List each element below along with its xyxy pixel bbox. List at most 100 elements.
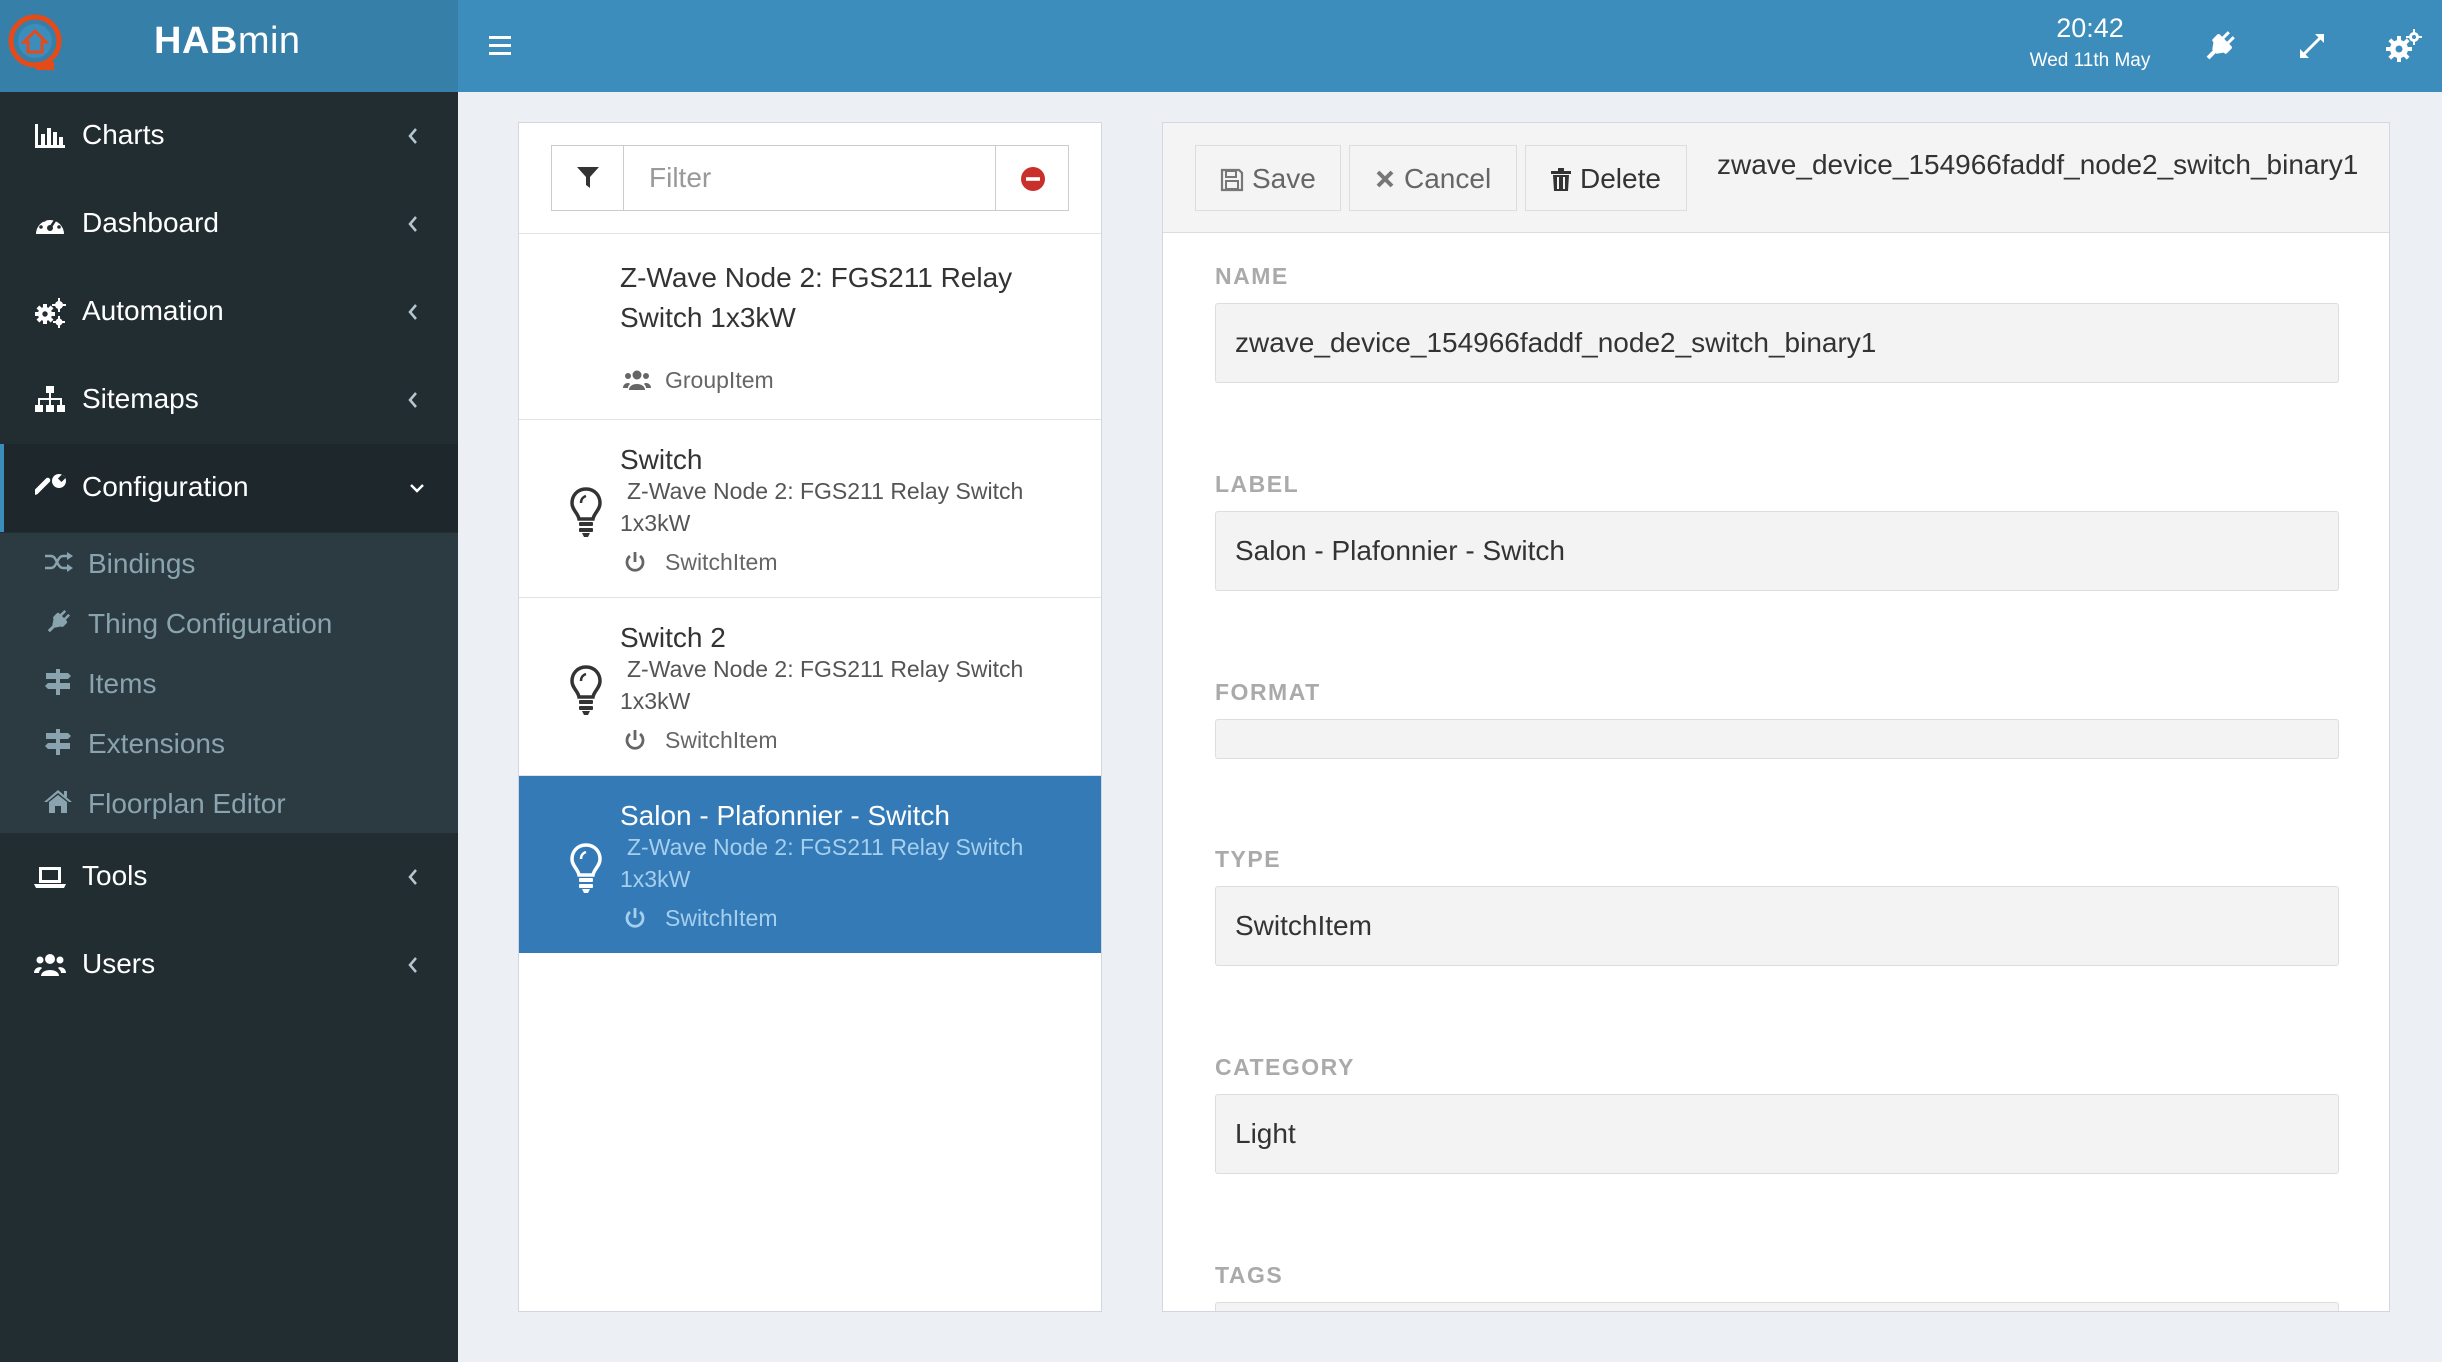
list-item[interactable]: Switch Z-Wave Node 2: FGS211 Relay Switc… <box>519 419 1101 597</box>
openhab-logo-icon <box>8 14 62 70</box>
lightbulb-icon <box>570 843 602 893</box>
sidebar-item-label: Charts <box>82 119 165 150</box>
category-field-label: CATEGORY <box>1215 1054 1355 1080</box>
sidebar: Charts Dashboard Automation Sitemaps Con… <box>0 92 458 1362</box>
label-field[interactable] <box>1215 511 2339 591</box>
sidebar-item-dashboard[interactable]: Dashboard <box>0 180 458 268</box>
item-subtitle: Z-Wave Node 2: FGS211 Relay Switch 1x3kW <box>620 834 1024 892</box>
category-field[interactable] <box>1215 1094 2339 1174</box>
sidebar-item-label: Users <box>82 948 156 979</box>
list-item[interactable]: Switch 2 Z-Wave Node 2: FGS211 Relay Swi… <box>519 597 1101 775</box>
users-icon <box>34 954 66 976</box>
configuration-submenu: Bindings Thing Configuration Items Exten… <box>0 533 458 833</box>
dashboard-icon <box>36 215 64 234</box>
lightbulb-icon <box>570 665 602 715</box>
sidebar-toggle-button[interactable] <box>478 24 522 68</box>
laptop-icon <box>34 867 66 888</box>
name-field-label: NAME <box>1215 263 1289 289</box>
delete-label: Delete <box>1580 163 1661 194</box>
submenu-item-label: Thing Configuration <box>88 608 333 639</box>
item-type: SwitchItem <box>665 905 778 931</box>
submenu-item-bindings[interactable]: Bindings <box>0 533 458 593</box>
lightbulb-icon <box>570 487 602 537</box>
sidebar-item-automation[interactable]: Automation <box>0 268 458 356</box>
delete-button[interactable]: Delete <box>1525 145 1687 211</box>
random-icon <box>45 552 73 572</box>
sidebar-item-users[interactable]: Users <box>0 921 458 1009</box>
close-icon <box>1376 170 1394 188</box>
chevron-left-icon <box>408 392 417 408</box>
filter-input[interactable] <box>625 146 995 210</box>
sidebar-item-label: Dashboard <box>82 207 219 238</box>
power-icon <box>625 908 645 928</box>
sidebar-item-label: Sitemaps <box>82 383 199 414</box>
filter-button[interactable] <box>552 146 624 210</box>
list-item[interactable]: Z-Wave Node 2: FGS211 Relay Switch 1x3kW… <box>519 233 1101 418</box>
expand-icon <box>2300 34 2324 58</box>
save-button[interactable]: Save <box>1195 145 1341 211</box>
item-title: Z-Wave Node 2: FGS211 Relay Switch 1x3kW <box>620 262 1013 333</box>
item-subtitle: Z-Wave Node 2: FGS211 Relay Switch 1x3kW <box>620 478 1024 536</box>
chevron-left-icon <box>408 957 417 973</box>
chevron-left-icon <box>408 216 417 232</box>
cancel-label: Cancel <box>1404 163 1492 194</box>
sidebar-item-configuration[interactable]: Configuration <box>0 444 458 532</box>
top-navbar: HABmin 20:42 Wed 11th May <box>0 0 2442 92</box>
sidebar-item-label: Automation <box>82 295 224 326</box>
connection-status-button[interactable] <box>2196 22 2244 70</box>
fullscreen-button[interactable] <box>2288 22 2336 70</box>
gears-icon <box>2386 29 2422 62</box>
submenu-item-label: Floorplan Editor <box>88 788 286 819</box>
power-icon <box>625 552 645 572</box>
submenu-item-floorplan-editor[interactable]: Floorplan Editor <box>0 773 458 833</box>
plug-icon <box>2206 31 2235 60</box>
tags-field[interactable] <box>1215 1302 2339 1311</box>
submenu-item-label: Bindings <box>88 548 196 579</box>
bar-chart-icon <box>35 124 65 148</box>
trash-icon <box>1551 168 1571 191</box>
sidebar-item-label: Tools <box>82 860 148 891</box>
clear-filter-button[interactable] <box>995 146 1068 210</box>
clock-time: 20:42 <box>2056 13 2124 43</box>
item-type: SwitchItem <box>665 727 778 753</box>
save-label: Save <box>1252 163 1316 194</box>
wrench-icon <box>35 474 66 495</box>
submenu-item-thing-configuration[interactable]: Thing Configuration <box>0 593 458 653</box>
submenu-item-extensions[interactable]: Extensions <box>0 713 458 773</box>
tags-field-label: TAGS <box>1215 1262 1284 1288</box>
hamburger-icon <box>489 36 511 55</box>
cancel-button[interactable]: Cancel <box>1349 145 1517 211</box>
group-icon <box>623 370 651 390</box>
format-field[interactable] <box>1215 719 2339 759</box>
item-name-title: zwave_device_154966faddf_node2_switch_bi… <box>1717 149 2359 180</box>
filter-group <box>551 145 1069 211</box>
settings-button[interactable] <box>2380 22 2428 70</box>
item-title: Switch 2 <box>620 622 726 653</box>
sitemap-icon <box>35 386 65 412</box>
submenu-item-label: Items <box>88 668 157 699</box>
logo-area[interactable]: HABmin <box>0 0 458 92</box>
item-title: Switch <box>620 444 703 475</box>
sidebar-item-sitemaps[interactable]: Sitemaps <box>0 356 458 444</box>
filter-icon <box>577 167 599 188</box>
type-field[interactable] <box>1215 886 2339 966</box>
chevron-left-icon <box>408 869 417 885</box>
plug-icon <box>47 609 71 633</box>
save-icon <box>1220 168 1244 192</box>
sidebar-item-charts[interactable]: Charts <box>0 92 458 180</box>
item-list-panel: Z-Wave Node 2: FGS211 Relay Switch 1x3kW… <box>518 122 1102 1312</box>
type-field-label: TYPE <box>1215 846 1282 872</box>
signpost-icon <box>45 669 71 695</box>
item-type: SwitchItem <box>665 549 778 575</box>
item-title: Salon - Plafonnier - Switch <box>620 800 950 831</box>
chevron-left-icon <box>408 128 417 144</box>
submenu-item-items[interactable]: Items <box>0 653 458 713</box>
clock-date: Wed 11th May <box>2029 50 2151 71</box>
list-item-selected[interactable]: Salon - Plafonnier - Switch Z-Wave Node … <box>519 775 1101 953</box>
item-details-panel: Save Cancel Delete zwave_device_154966fa… <box>1162 122 2390 1312</box>
details-toolbar: Save Cancel Delete zwave_device_154966fa… <box>1163 123 2389 233</box>
name-field[interactable] <box>1215 303 2339 383</box>
signpost-icon <box>45 729 71 755</box>
sidebar-item-tools[interactable]: Tools <box>0 833 458 921</box>
label-field-label: LABEL <box>1215 471 1300 497</box>
